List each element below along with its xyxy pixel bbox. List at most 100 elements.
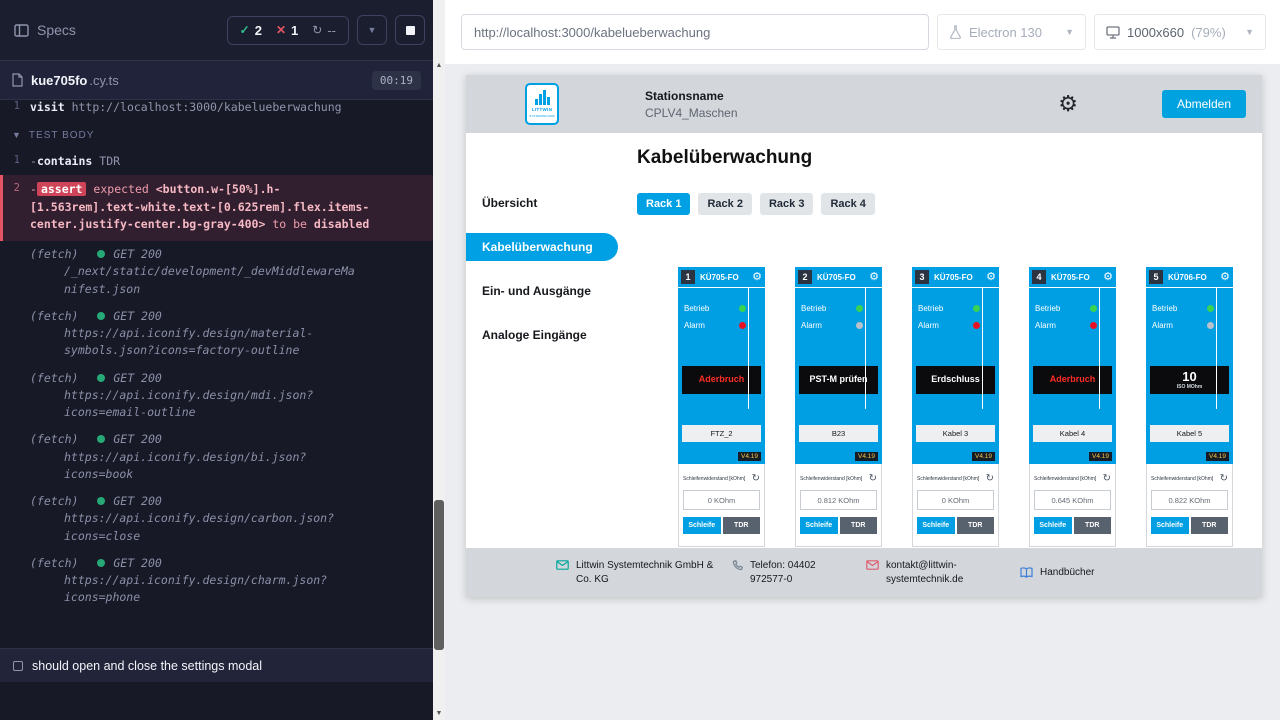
scrollbar-thumb[interactable]: [434, 500, 444, 650]
betrieb-led: [1207, 305, 1214, 312]
cable-name: Kabel 5: [1150, 425, 1229, 442]
chevron-down-icon: ▼: [12, 130, 22, 140]
rack-tab[interactable]: Rack 2: [698, 193, 751, 215]
collapse-button[interactable]: ▼: [357, 15, 387, 45]
assert-state: disabled: [314, 217, 369, 231]
command-visit[interactable]: 1 visit http://localhost:3000/kabelueber…: [0, 100, 433, 120]
refresh-icon[interactable]: ↻: [986, 474, 994, 484]
card-number: 4: [1032, 270, 1046, 284]
gear-icon[interactable]: ⚙: [869, 272, 879, 283]
section-label: TEST BODY: [29, 130, 95, 141]
browser-toolbar: Electron 130 ▼ 1000x660 (79%) ▼: [445, 0, 1280, 64]
preview-pane: Electron 130 ▼ 1000x660 (79%) ▼ LITTWIN …: [445, 0, 1280, 720]
refresh-icon[interactable]: ↻: [1220, 474, 1228, 484]
network-log-entry[interactable]: (fetch) GET 200 https://api.iconify.desi…: [0, 488, 433, 550]
betrieb-label: Betrieb: [1152, 304, 1177, 313]
cable-name: B23: [799, 425, 878, 442]
alarm-label: Alarm: [1152, 321, 1173, 330]
sidebar-item[interactable]: Kabelüberwachung: [466, 233, 618, 261]
app-under-test: LITTWIN SYSTEMTECHNIK Stationsname CPLV4…: [466, 75, 1262, 597]
fetch-status: GET 200: [113, 247, 161, 261]
rack-tab[interactable]: Rack 4: [821, 193, 874, 215]
command-contains[interactable]: 1 -contains TDR: [0, 149, 433, 174]
status-display: Aderbruch: [682, 366, 761, 394]
company-name: Littwin Systemtechnik GmbH & Co. KG: [576, 559, 714, 586]
tdr-button[interactable]: TDR: [723, 517, 761, 534]
phone-number: Telefon: 04402 972577-0: [750, 559, 846, 586]
chevron-down-icon: ▼: [368, 25, 377, 35]
alarm-led: [973, 322, 980, 329]
gear-icon[interactable]: ⚙: [1103, 272, 1113, 283]
schleife-button[interactable]: Schleife: [683, 517, 721, 534]
rack-tab[interactable]: Rack 1: [637, 193, 690, 215]
network-log-entry[interactable]: (fetch) GET 200 /_next/static/developmen…: [0, 241, 433, 303]
schleife-button[interactable]: Schleife: [1034, 517, 1072, 534]
gear-icon[interactable]: ⚙: [1220, 272, 1230, 283]
network-log-entry[interactable]: (fetch) GET 200 https://api.iconify.desi…: [0, 303, 433, 365]
reporter-bottom-filler: [0, 682, 433, 720]
cable-name: Kabel 3: [916, 425, 995, 442]
card-number: 3: [915, 270, 929, 284]
viewport-size: 1000x660: [1127, 25, 1184, 40]
sidebar-item[interactable]: Analoge Eingänge: [466, 321, 618, 349]
schleife-button[interactable]: Schleife: [1151, 517, 1189, 534]
refresh-icon[interactable]: ↻: [752, 474, 760, 484]
status-text: 10: [1182, 370, 1196, 384]
network-log-entry[interactable]: (fetch) GET 200 https://api.iconify.desi…: [0, 365, 433, 427]
fetch-url: https://api.iconify.design/charm.json?ic…: [30, 572, 360, 607]
reporter-scrollbar[interactable]: ▲ ▼: [433, 0, 445, 720]
tdr-button[interactable]: TDR: [1191, 517, 1229, 534]
fetch-label: (fetch): [30, 309, 78, 323]
spec-header[interactable]: kue705fo .cy.ts 00:19: [0, 60, 433, 100]
rack-tab[interactable]: Rack 3: [760, 193, 813, 215]
viewport-zoom: (79%): [1191, 25, 1226, 40]
schleife-button[interactable]: Schleife: [800, 517, 838, 534]
refresh-icon[interactable]: ↻: [1103, 474, 1111, 484]
tdr-button[interactable]: TDR: [1074, 517, 1112, 534]
firmware-version: V4.19: [972, 452, 995, 461]
network-log-entry[interactable]: (fetch) GET 200 https://api.iconify.desi…: [0, 550, 433, 612]
schleife-button[interactable]: Schleife: [917, 517, 955, 534]
sidebar-item[interactable]: Ein- und Ausgänge: [466, 277, 618, 305]
browser-select[interactable]: Electron 130 ▼: [937, 14, 1086, 50]
app-header: LITTWIN SYSTEMTECHNIK Stationsname CPLV4…: [466, 75, 1262, 133]
sidebar-item[interactable]: Übersicht: [466, 189, 618, 217]
manuals-link[interactable]: Handbücher: [1020, 566, 1094, 580]
cable-name: FTZ_2: [682, 425, 761, 442]
refresh-icon[interactable]: ↻: [869, 474, 877, 484]
scroll-up-arrow-icon[interactable]: ▲: [433, 62, 445, 69]
card-number: 5: [1149, 270, 1163, 284]
betrieb-led: [1090, 305, 1097, 312]
spec-name: kue705fo: [31, 73, 87, 88]
gear-icon[interactable]: ⚙: [986, 272, 996, 283]
scroll-down-arrow-icon[interactable]: ▼: [433, 710, 445, 717]
email-icon: [866, 560, 879, 570]
network-log-entry[interactable]: (fetch) GET 200 https://api.iconify.desi…: [0, 426, 433, 488]
viewport-select[interactable]: 1000x660 (79%) ▼: [1094, 14, 1266, 50]
contact-email: kontakt@littwin-systemtechnik.de: [886, 559, 998, 586]
manuals-label: Handbücher: [1040, 566, 1094, 580]
failed-assertion[interactable]: 2 -assert expected <button.w-[50%].h-[1.…: [0, 175, 433, 241]
url-input[interactable]: [461, 14, 929, 50]
success-dot-icon: [97, 435, 105, 443]
station-label: Stationsname: [645, 89, 738, 103]
book-icon: [1020, 567, 1033, 578]
phone-icon: [732, 560, 743, 571]
test-body-section[interactable]: ▼ TEST BODY: [0, 120, 433, 149]
stop-button[interactable]: [395, 15, 425, 45]
status-text: Erdschluss: [931, 375, 980, 385]
tdr-button[interactable]: TDR: [840, 517, 878, 534]
rack-tabs: Rack 1 Rack 2 Rack 3 Ra: [637, 193, 1262, 215]
logout-button[interactable]: Abmelden: [1162, 90, 1246, 118]
email-icon: [556, 560, 569, 570]
chevron-down-icon: ▼: [1065, 27, 1074, 37]
card-number: 1: [681, 270, 695, 284]
gear-icon[interactable]: ⚙: [752, 272, 762, 283]
specs-menu-button[interactable]: Specs: [14, 22, 76, 38]
status-text: Aderbruch: [1050, 375, 1096, 385]
spec-extension: .cy.ts: [89, 73, 118, 88]
running-test-bar[interactable]: should open and close the settings modal: [0, 648, 433, 682]
settings-gear-icon[interactable]: ⚙: [1058, 93, 1078, 115]
tdr-button[interactable]: TDR: [957, 517, 995, 534]
firmware-version: V4.19: [1206, 452, 1229, 461]
